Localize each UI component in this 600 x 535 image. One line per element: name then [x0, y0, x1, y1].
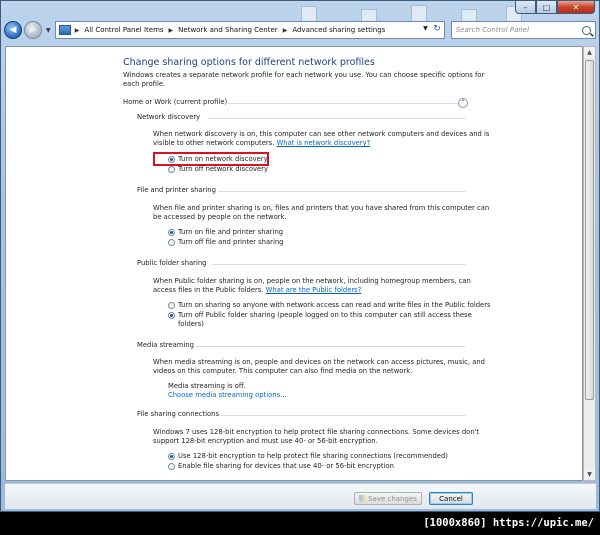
media-description-1: When media streaming is on, people and d… — [153, 358, 485, 366]
refresh-icon[interactable]: ↻ — [433, 24, 441, 34]
address-bar[interactable]: ▶ All Control Panel Items ▶ Network and … — [54, 21, 445, 39]
divider — [220, 415, 466, 416]
navigation-bar: ◀ ▶ ▼ ▶ All Control Panel Items ▶ Networ… — [4, 17, 597, 43]
divider — [228, 103, 458, 104]
back-button[interactable]: ◀ — [4, 21, 22, 39]
discovery-description-text: visible to other network computers. — [153, 139, 275, 147]
scroll-down-icon[interactable]: ▼ — [584, 469, 595, 480]
upload-watermark: [1000x860] https://upic.me/ — [0, 512, 600, 535]
breadcrumb-network-and-sharing-center[interactable]: Network and Sharing Center — [178, 26, 278, 34]
control-panel-icon — [58, 25, 71, 35]
choose-media-streaming-options-link[interactable]: Choose media streaming options... — [168, 391, 287, 400]
forward-button[interactable]: ▶ — [23, 21, 42, 39]
section-heading-file-sharing-connections: File sharing connections — [137, 410, 220, 418]
settings-content-pane: Change sharing options for different net… — [5, 46, 583, 481]
label-turn-on-file-printer-sharing[interactable]: Turn on file and printer sharing — [178, 228, 283, 237]
divider — [196, 346, 466, 347]
public-description-2: access files in the Public folders. What… — [153, 286, 361, 295]
search-icon[interactable] — [582, 25, 592, 35]
what-is-network-discovery-link[interactable]: What is network discovery? — [277, 139, 371, 147]
profile-heading: Home or Work (current profile) — [123, 98, 228, 106]
breadcrumb-all-control-panel-items[interactable]: All Control Panel Items — [84, 26, 163, 34]
save-changes-button[interactable]: Save changes — [354, 492, 422, 505]
media-description-2: videos on this computer. This computer c… — [153, 367, 413, 375]
divider — [208, 118, 466, 119]
search-input[interactable]: Search Control Panel — [456, 26, 529, 34]
radio-turn-off-file-printer-sharing[interactable] — [168, 239, 175, 246]
intro-text-line2: each profile. — [123, 80, 166, 88]
chevron-right-icon[interactable]: ▶ — [169, 27, 174, 34]
public-description-1: When Public folder sharing is on, people… — [153, 277, 471, 285]
label-use-128-bit-encryption[interactable]: Use 128-bit encryption to help protect f… — [178, 452, 448, 461]
close-button[interactable]: ✕ — [557, 1, 595, 14]
discovery-description-2: visible to other network computers. What… — [153, 139, 370, 148]
explorer-window: – □ ✕ ◀ ▶ ▼ ▶ All Control Panel Items ▶ … — [0, 0, 600, 512]
radio-turn-on-network-discovery[interactable] — [168, 156, 175, 163]
vertical-scrollbar[interactable]: ▲ ▼ — [583, 46, 596, 481]
filesharing-description-2: support 128-bit encryption and must use … — [153, 437, 378, 445]
label-turn-off-public-sharing[interactable]: Turn off Public folder sharing (people l… — [178, 311, 472, 320]
search-box[interactable]: Search Control Panel — [450, 21, 597, 39]
section-heading-network-discovery: Network discovery — [137, 113, 201, 121]
intro-text-line1: Windows creates a separate network profi… — [123, 71, 485, 79]
breadcrumb-advanced-sharing-settings[interactable]: Advanced sharing settings — [292, 26, 385, 34]
title-bar: – □ ✕ — [1, 1, 599, 15]
label-turn-on-public-sharing[interactable]: Turn on sharing so anyone with network a… — [178, 301, 491, 310]
what-are-public-folders-link[interactable]: What are the Public folders? — [266, 286, 362, 294]
collapse-profile-icon[interactable]: ⌃ — [458, 98, 468, 108]
printer-description-2: be accessed by people on the network. — [153, 213, 287, 221]
label-turn-off-public-sharing-cont[interactable]: folders) — [178, 320, 204, 329]
section-heading-file-printer-sharing: File and printer sharing — [137, 186, 216, 194]
public-description-text: access files in the Public folders. — [153, 286, 264, 294]
uac-shield-icon — [359, 495, 366, 502]
recent-pages-dropdown-icon[interactable]: ▼ — [44, 27, 53, 34]
radio-turn-off-network-discovery[interactable] — [168, 166, 175, 173]
save-changes-label: Save changes — [368, 494, 417, 503]
label-turn-on-network-discovery[interactable]: Turn on network discovery — [178, 155, 268, 164]
cancel-button[interactable]: Cancel — [429, 492, 473, 505]
label-turn-off-file-printer-sharing[interactable]: Turn off file and printer sharing — [178, 238, 283, 247]
label-turn-off-network-discovery[interactable]: Turn off network discovery — [178, 165, 268, 174]
radio-use-128-bit-encryption[interactable] — [168, 453, 175, 460]
maximize-button[interactable]: □ — [536, 1, 557, 14]
chevron-right-icon[interactable]: ▶ — [75, 27, 80, 34]
filesharing-description-1: Windows 7 uses 128-bit encryption to hel… — [153, 428, 480, 436]
scrollbar-thumb[interactable] — [585, 60, 594, 400]
page-title: Change sharing options for different net… — [123, 57, 375, 68]
section-heading-media-streaming: Media streaming — [137, 341, 194, 349]
radio-turn-on-file-printer-sharing[interactable] — [168, 229, 175, 236]
address-dropdown-icon[interactable]: ▼ — [423, 25, 428, 32]
media-status: Media streaming is off. — [168, 382, 246, 390]
scroll-up-icon[interactable]: ▲ — [584, 47, 595, 58]
divider — [218, 191, 466, 192]
radio-enable-40-56-bit[interactable] — [168, 463, 175, 470]
section-heading-public-folder-sharing: Public folder sharing — [137, 259, 207, 267]
chevron-right-icon[interactable]: ▶ — [283, 27, 288, 34]
window-controls: – □ ✕ — [515, 1, 595, 14]
label-enable-40-56-bit[interactable]: Enable file sharing for devices that use… — [178, 462, 394, 471]
printer-description-1: When file and printer sharing is on, fil… — [153, 204, 490, 212]
minimize-button[interactable]: – — [515, 1, 536, 14]
radio-turn-on-public-sharing[interactable] — [168, 302, 175, 309]
footer-bar: Save changes Cancel — [5, 483, 596, 509]
radio-turn-off-public-sharing[interactable] — [168, 312, 175, 319]
discovery-description: When network discovery is on, this compu… — [153, 130, 490, 138]
cut-off-next-section — [137, 480, 227, 481]
divider — [212, 264, 466, 265]
